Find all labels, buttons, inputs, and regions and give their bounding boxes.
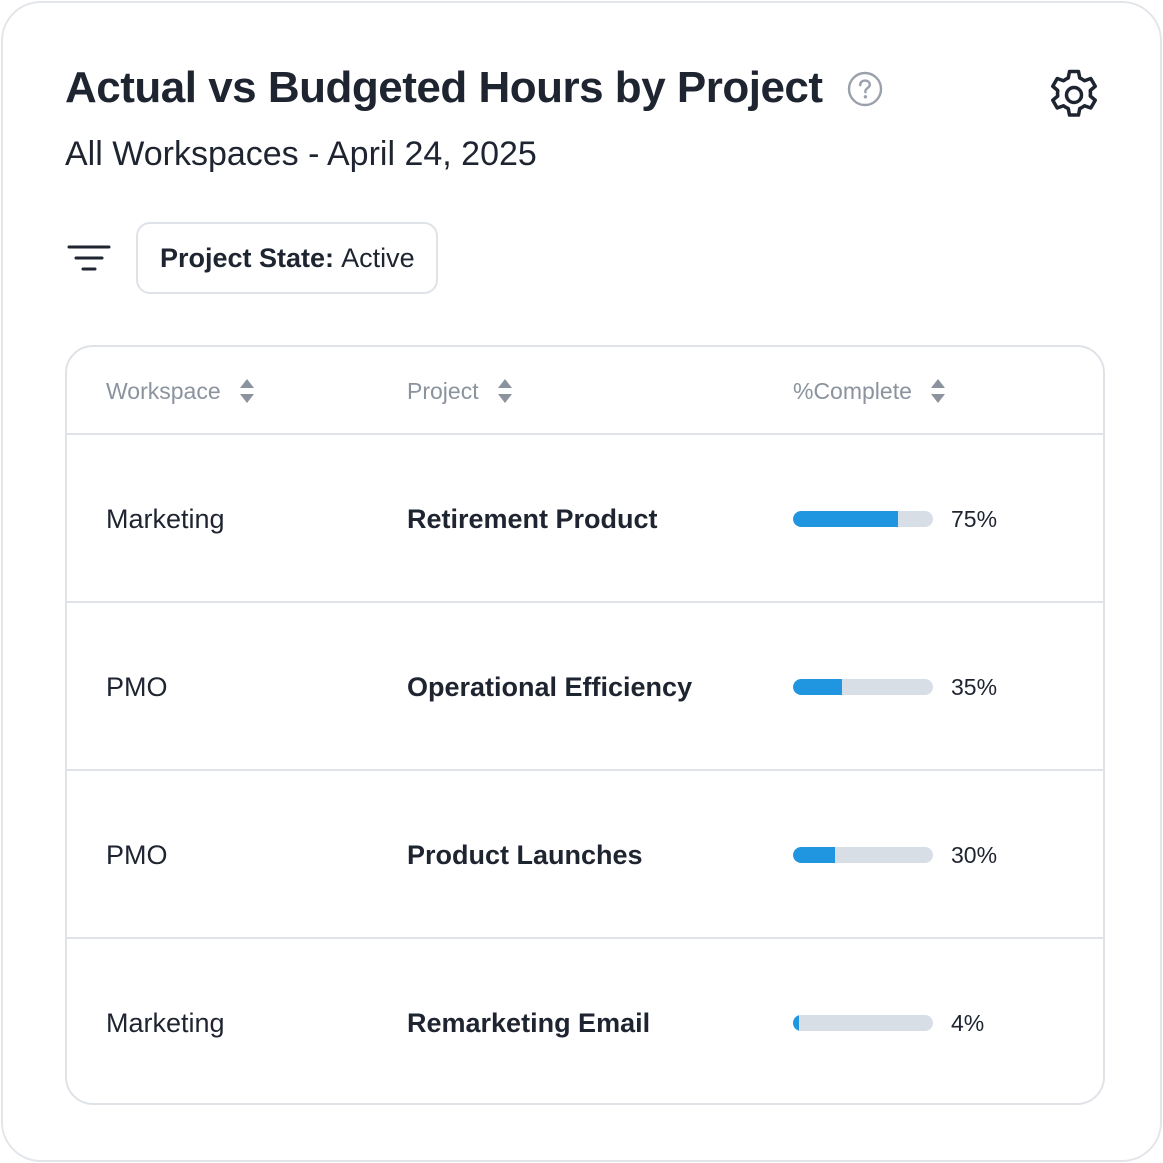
progress-bar-fill [793, 847, 835, 863]
filter-chip-key: Project State: [160, 242, 335, 273]
cell-workspace: PMO [106, 671, 168, 702]
progress-bar-fill [793, 511, 898, 527]
gear-icon[interactable] [1044, 65, 1104, 125]
cell-workspace: Marketing [106, 1007, 225, 1038]
question-circle-icon[interactable] [847, 71, 883, 107]
projects-table: Workspace Project %Complete Marketing Re… [65, 345, 1105, 1105]
cell-project: Product Launches [407, 839, 643, 870]
table-row[interactable]: Marketing Retirement Product 75% [67, 435, 1103, 603]
table-row[interactable]: Marketing Remarketing Email 4% [67, 939, 1103, 1103]
column-header-workspace[interactable]: Workspace [106, 347, 255, 435]
column-header-complete[interactable]: %Complete [793, 347, 946, 435]
progress-bar [793, 847, 933, 863]
cell-percent: 75% [951, 505, 998, 532]
page-title: Actual vs Budgeted Hours by Project [65, 63, 823, 112]
column-header-label: %Complete [793, 377, 912, 404]
sort-updown-icon [497, 379, 512, 403]
sort-updown-icon [930, 379, 945, 403]
cell-percent: 4% [951, 1009, 985, 1036]
cell-project: Operational Efficiency [407, 671, 693, 702]
column-header-label: Workspace [106, 377, 221, 404]
report-card: Actual vs Budgeted Hours by Project All … [1, 1, 1162, 1162]
cell-percent: 30% [951, 841, 998, 868]
table-row[interactable]: PMO Operational Efficiency 35% [67, 603, 1103, 771]
table-row[interactable]: PMO Product Launches 30% [67, 771, 1103, 939]
progress-bar-fill [793, 679, 842, 695]
column-header-label: Project [407, 377, 479, 404]
cell-project: Remarketing Email [407, 1007, 651, 1038]
cell-workspace: Marketing [106, 503, 225, 534]
filter-chip-value: Active [341, 242, 415, 273]
progress-bar-fill [793, 1015, 799, 1031]
sort-updown-icon [239, 379, 254, 403]
filter-lines-icon[interactable] [67, 241, 111, 277]
page-subtitle: All Workspaces - April 24, 2025 [65, 135, 537, 173]
table-header: Workspace Project %Complete [67, 347, 1103, 435]
cell-workspace: PMO [106, 839, 168, 870]
progress-bar [793, 511, 933, 527]
cell-project: Retirement Product [407, 503, 658, 534]
progress-bar [793, 1015, 933, 1031]
project-state-filter-chip[interactable]: Project State: Active [136, 222, 438, 294]
cell-percent: 35% [951, 673, 998, 700]
progress-bar [793, 679, 933, 695]
column-header-project[interactable]: Project [407, 347, 513, 435]
